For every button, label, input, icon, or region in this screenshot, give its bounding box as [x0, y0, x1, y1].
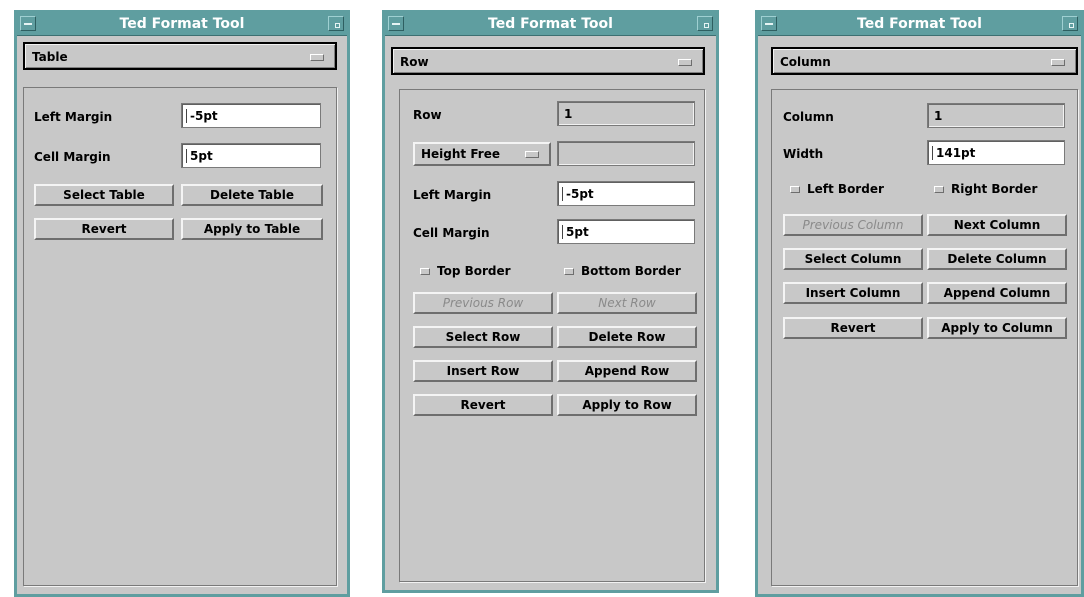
text-cursor-icon	[932, 146, 935, 160]
row-label: Row	[413, 108, 442, 122]
text-cursor-icon	[186, 109, 189, 123]
right-border-toggle[interactable]: Right Border	[934, 182, 1037, 196]
cell-margin-field[interactable]: 5pt	[181, 143, 321, 168]
left-margin-label: Left Margin	[34, 110, 113, 124]
checkbox-icon	[564, 267, 574, 275]
delete-row-button[interactable]: Delete Row	[557, 326, 697, 348]
width-field[interactable]: 141pt	[927, 140, 1065, 165]
minimize-icon[interactable]	[697, 16, 713, 31]
apply-to-table-button[interactable]: Apply to Table	[181, 218, 323, 240]
left-margin-field[interactable]: -5pt	[181, 103, 321, 128]
column-format-window: Ted Format Tool Column Column 1 Width 14…	[755, 10, 1084, 597]
select-table-button[interactable]: Select Table	[34, 184, 174, 206]
row-panel: Row 1 Height Free Left Margin -5pt Cell …	[399, 89, 705, 582]
next-column-button[interactable]: Next Column	[927, 214, 1067, 236]
revert-button[interactable]: Revert	[413, 394, 553, 416]
format-type-selector[interactable]: Column	[771, 47, 1078, 75]
selector-value: Row	[400, 55, 429, 69]
option-menu-indicator-icon	[678, 59, 692, 66]
option-menu-indicator-icon	[525, 151, 539, 158]
left-margin-label: Left Margin	[413, 188, 492, 202]
window-menu-icon[interactable]	[20, 16, 36, 31]
revert-button[interactable]: Revert	[783, 317, 923, 339]
table-format-window: Ted Format Tool Table Left Margin -5pt C…	[14, 10, 350, 597]
apply-to-row-button[interactable]: Apply to Row	[557, 394, 697, 416]
insert-row-button[interactable]: Insert Row	[413, 360, 553, 382]
text-cursor-icon	[562, 225, 565, 239]
top-border-toggle[interactable]: Top Border	[420, 264, 511, 278]
window-title: Ted Format Tool	[857, 16, 982, 32]
row-height-field[interactable]	[557, 141, 695, 166]
revert-button[interactable]: Revert	[34, 218, 174, 240]
selector-value: Column	[780, 55, 831, 69]
delete-table-button[interactable]: Delete Table	[181, 184, 323, 206]
row-number-field: 1	[557, 101, 695, 126]
cell-margin-field[interactable]: 5pt	[557, 219, 695, 244]
column-panel: Column 1 Width 141pt Left Border Right B…	[771, 89, 1078, 586]
next-row-button[interactable]: Next Row	[557, 292, 697, 314]
table-panel: Left Margin -5pt Cell Margin 5pt Select …	[23, 87, 337, 586]
option-menu-indicator-icon	[310, 54, 324, 61]
checkbox-icon	[934, 185, 944, 193]
append-column-button[interactable]: Append Column	[927, 282, 1067, 304]
window-menu-icon[interactable]	[761, 16, 777, 31]
cell-margin-label: Cell Margin	[413, 226, 490, 240]
title-bar[interactable]: Ted Format Tool	[385, 13, 716, 36]
select-column-button[interactable]: Select Column	[783, 248, 923, 270]
append-row-button[interactable]: Append Row	[557, 360, 697, 382]
delete-column-button[interactable]: Delete Column	[927, 248, 1067, 270]
width-label: Width	[783, 147, 824, 161]
apply-to-column-button[interactable]: Apply to Column	[927, 317, 1067, 339]
previous-column-button[interactable]: Previous Column	[783, 214, 923, 236]
select-row-button[interactable]: Select Row	[413, 326, 553, 348]
title-bar[interactable]: Ted Format Tool	[758, 13, 1081, 36]
format-type-selector[interactable]: Row	[391, 47, 705, 75]
option-menu-indicator-icon	[1051, 59, 1065, 66]
column-number-field: 1	[927, 103, 1065, 128]
minimize-icon[interactable]	[1062, 16, 1078, 31]
text-cursor-icon	[186, 149, 189, 163]
row-format-window: Ted Format Tool Row Row 1 Height Free Le…	[382, 10, 719, 593]
insert-column-button[interactable]: Insert Column	[783, 282, 923, 304]
title-bar[interactable]: Ted Format Tool	[17, 13, 347, 36]
column-label: Column	[783, 110, 834, 124]
window-title: Ted Format Tool	[488, 16, 613, 32]
minimize-icon[interactable]	[328, 16, 344, 31]
cell-margin-label: Cell Margin	[34, 150, 111, 164]
window-title: Ted Format Tool	[119, 16, 245, 32]
checkbox-icon	[420, 267, 430, 275]
format-type-selector[interactable]: Table	[23, 42, 337, 70]
checkbox-icon	[790, 185, 800, 193]
window-menu-icon[interactable]	[388, 16, 404, 31]
left-margin-field[interactable]: -5pt	[557, 181, 695, 206]
text-cursor-icon	[562, 187, 565, 201]
bottom-border-toggle[interactable]: Bottom Border	[564, 264, 681, 278]
height-mode-dropdown[interactable]: Height Free	[413, 142, 551, 166]
previous-row-button[interactable]: Previous Row	[413, 292, 553, 314]
selector-value: Table	[32, 50, 68, 64]
left-border-toggle[interactable]: Left Border	[790, 182, 884, 196]
